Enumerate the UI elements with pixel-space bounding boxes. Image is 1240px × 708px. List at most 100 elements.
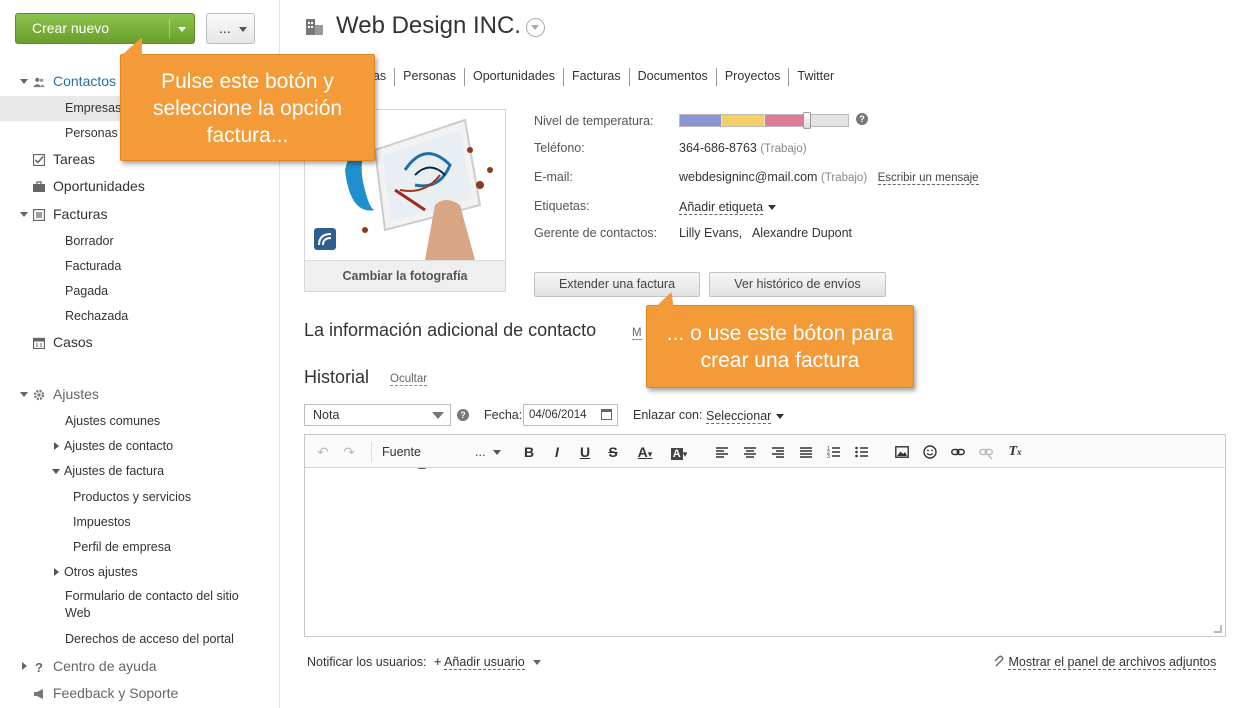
sidebar-item-rechazada[interactable]: Rechazada <box>0 304 279 329</box>
history-title: Historial <box>304 367 370 387</box>
tab-twitter[interactable]: Twitter <box>788 68 842 86</box>
more-actions-button[interactable]: ... <box>206 13 255 44</box>
help-icon[interactable]: ? <box>856 113 868 125</box>
notify-users-row: Notificar los usuarios: + Añadir usuario <box>307 655 541 670</box>
slider-handle[interactable] <box>803 112 811 129</box>
sidebar-item-facturas[interactable]: Facturas <box>0 202 279 227</box>
link-icon[interactable] <box>951 443 965 461</box>
date-value: 04/06/2014 <box>529 409 587 421</box>
chevron-down-icon <box>768 205 777 211</box>
extra-info-link[interactable]: M <box>632 327 642 340</box>
temp-segment-warm <box>722 115 764 126</box>
extra-info-title: La información adicional de contacto <box>304 320 597 340</box>
manager-label: Gerente de contactos: <box>534 226 657 240</box>
contact-tabs: eas Personas Oportunidades Facturas Docu… <box>358 68 842 86</box>
bold-icon[interactable]: B <box>521 443 537 461</box>
emoticon-icon[interactable] <box>923 443 937 461</box>
resize-handle-icon[interactable] <box>1214 625 1222 633</box>
highlight-color-icon[interactable]: A ▾ <box>667 443 691 461</box>
photo-edit-icon[interactable] <box>314 228 336 250</box>
send-history-button[interactable]: Ver histórico de envíos <box>709 272 886 297</box>
sidebar-item-feedback[interactable]: Feedback y Soporte <box>0 681 279 706</box>
sidebar-item-label: Pagada <box>65 284 109 298</box>
chevron-down-icon <box>178 27 186 32</box>
strikethrough-icon[interactable]: S <box>605 443 621 461</box>
hide-history-link[interactable]: Ocultar <box>390 373 428 386</box>
tab-facturas[interactable]: Facturas <box>562 68 629 86</box>
font-family-value: Fuente <box>382 445 421 459</box>
tab-personas[interactable]: Personas <box>394 68 464 86</box>
sidebar-item-facturada[interactable]: Facturada <box>0 254 279 279</box>
sidebar-item-borrador[interactable]: Borrador <box>0 229 279 254</box>
clear-format-icon[interactable]: Tx <box>1007 443 1023 461</box>
add-tag-dropdown[interactable]: Añadir etiqueta <box>679 200 777 215</box>
write-message-link[interactable]: Escribir un mensaje <box>877 172 979 185</box>
date-field[interactable]: 04/06/2014 <box>523 404 618 426</box>
phone-number[interactable]: 364-686-8763 <box>679 141 757 155</box>
sidebar-item-perfil[interactable]: Perfil de empresa <box>0 535 279 560</box>
email-type: (Trabajo) <box>820 172 868 184</box>
temperature-slider[interactable] <box>679 112 849 129</box>
sidebar-item-label: Formulario de contacto del sitio Web <box>65 589 239 620</box>
sidebar-item-derechos[interactable]: Derechos de acceso del portal <box>0 627 279 652</box>
svg-text:3: 3 <box>827 454 830 460</box>
editor-text-area[interactable] <box>305 469 1225 636</box>
image-icon[interactable] <box>895 443 909 461</box>
sidebar-item-productos[interactable]: Productos y servicios <box>0 485 279 510</box>
sidebar-item-impuestos[interactable]: Impuestos <box>0 510 279 535</box>
align-right-icon[interactable] <box>771 443 785 461</box>
sidebar-item-ajustes-comunes[interactable]: Ajustes comunes <box>0 409 279 434</box>
building-icon <box>306 19 323 35</box>
font-size-select[interactable]: ... <box>475 443 505 461</box>
sidebar-item-formulario[interactable]: Formulario de contacto del sitio Web <box>0 584 279 620</box>
add-user-link[interactable]: Añadir usuario <box>444 655 525 670</box>
link-with-select[interactable]: Seleccionar <box>706 409 785 424</box>
bullet-list-icon[interactable] <box>855 443 869 461</box>
help-icon[interactable]: ? <box>457 409 469 421</box>
sidebar-item-pagada[interactable]: Pagada <box>0 279 279 304</box>
sidebar-item-label: Borrador <box>65 234 114 248</box>
tab-documentos[interactable]: Documentos <box>628 68 716 86</box>
redo-icon[interactable]: ↷ <box>341 443 357 461</box>
sidebar-item-ajustes-contacto[interactable]: Ajustes de contacto <box>0 434 279 459</box>
undo-icon[interactable]: ↶ <box>315 443 331 461</box>
chevron-down-icon <box>493 450 502 456</box>
text-color-icon[interactable]: A▾ <box>633 443 657 461</box>
numbered-list-icon[interactable]: 123 <box>827 443 841 461</box>
add-tag-link[interactable]: Añadir etiqueta <box>679 200 764 215</box>
sidebar-item-label: Ajustes comunes <box>65 414 161 428</box>
sidebar-item-ajustes[interactable]: Ajustes <box>0 382 279 407</box>
sidebar-item-otros-ajustes[interactable]: Otros ajustes <box>0 560 279 585</box>
sidebar-item-ayuda[interactable]: ? Centro de ayuda <box>0 654 279 679</box>
align-left-icon[interactable] <box>715 443 729 461</box>
title-dropdown-icon[interactable] <box>526 18 545 37</box>
calendar-icon[interactable] <box>601 409 612 420</box>
tab-proyectos[interactable]: Proyectos <box>715 68 789 86</box>
link-with-value[interactable]: Seleccionar <box>706 409 772 424</box>
sidebar-item-label: Centro de ayuda <box>53 658 157 674</box>
page-title: Web Design INC. <box>336 12 521 39</box>
sidebar-item-label: Empresas <box>65 101 122 115</box>
tab-oportunidades[interactable]: Oportunidades <box>463 68 563 86</box>
phone-label: Teléfono: <box>534 141 585 155</box>
sidebar-item-label: Feedback y Soporte <box>53 685 179 701</box>
sidebar-item-casos[interactable]: Casos <box>0 330 279 355</box>
align-center-icon[interactable] <box>743 443 757 461</box>
history-type-select[interactable]: Nota <box>304 404 451 426</box>
sidebar-item-oportunidades[interactable]: Oportunidades <box>0 174 279 199</box>
attachments-link[interactable]: Mostrar el panel de archivos adjuntos <box>1008 655 1217 670</box>
temp-segment-cold <box>680 115 721 126</box>
temp-segment-hot <box>765 115 803 126</box>
justify-icon[interactable] <box>799 443 813 461</box>
chevron-down-icon <box>239 27 247 32</box>
font-family-select[interactable]: Fuente <box>382 443 462 474</box>
underline-icon[interactable]: U <box>577 443 593 461</box>
italic-icon[interactable]: I <box>549 443 565 461</box>
callout-invoice-button: ... o use este bóton para crear una fact… <box>646 305 914 388</box>
email-address[interactable]: webdesigninc@mail.com <box>679 170 817 184</box>
megaphone-icon <box>34 689 43 699</box>
create-new-button[interactable]: Crear nuevo <box>15 13 195 44</box>
sidebar-item-ajustes-factura[interactable]: Ajustes de factura <box>0 459 279 484</box>
change-photo-button[interactable]: Cambiar la fotografía <box>305 260 505 291</box>
unlink-icon[interactable] <box>979 443 993 461</box>
